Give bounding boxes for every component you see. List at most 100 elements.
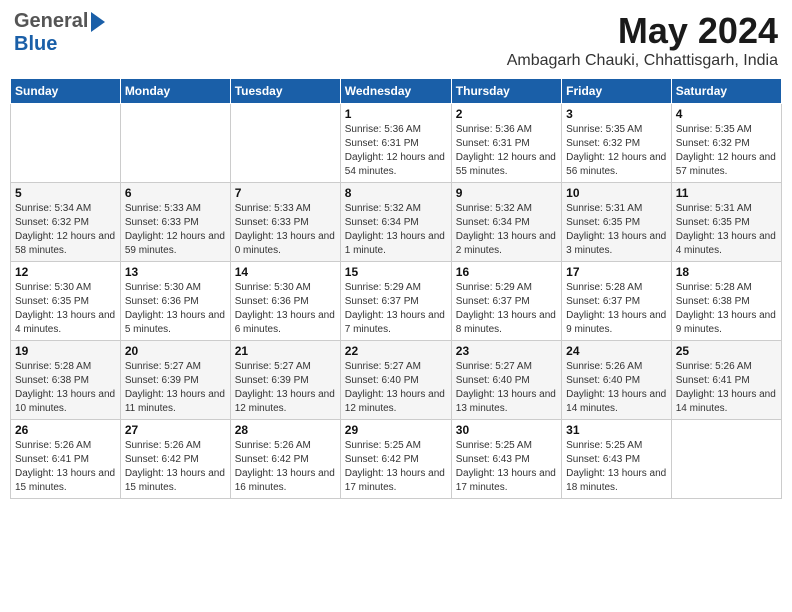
day-number: 7 <box>235 186 336 200</box>
day-number: 20 <box>125 344 226 358</box>
day-header-thursday: Thursday <box>451 79 561 104</box>
calendar-cell: 12 Sunrise: 5:30 AMSunset: 6:35 PMDayligh… <box>11 262 121 341</box>
day-number: 6 <box>125 186 226 200</box>
calendar-cell: 6 Sunrise: 5:33 AMSunset: 6:33 PMDaylight… <box>120 183 230 262</box>
day-number: 4 <box>676 107 777 121</box>
day-number: 31 <box>566 423 667 437</box>
day-info: Sunrise: 5:26 AMSunset: 6:42 PMDaylight:… <box>235 439 336 495</box>
title-block: May 2024 Ambagarh Chauki, Chhattisgarh, … <box>507 10 778 70</box>
calendar-cell: 3 Sunrise: 5:35 AMSunset: 6:32 PMDaylight… <box>562 104 672 183</box>
calendar-cell: 13 Sunrise: 5:30 AMSunset: 6:36 PMDayligh… <box>120 262 230 341</box>
day-info: Sunrise: 5:29 AMSunset: 6:37 PMDaylight:… <box>456 281 557 337</box>
day-number: 15 <box>345 265 447 279</box>
calendar-cell: 11 Sunrise: 5:31 AMSunset: 6:35 PMDayligh… <box>671 183 781 262</box>
calendar-cell <box>230 104 340 183</box>
day-info: Sunrise: 5:27 AMSunset: 6:40 PMDaylight:… <box>456 360 557 416</box>
day-info: Sunrise: 5:30 AMSunset: 6:36 PMDaylight:… <box>125 281 226 337</box>
logo-general: General <box>14 10 88 33</box>
calendar-cell: 21 Sunrise: 5:27 AMSunset: 6:39 PMDayligh… <box>230 341 340 420</box>
day-info: Sunrise: 5:36 AMSunset: 6:31 PMDaylight:… <box>456 123 557 179</box>
day-number: 3 <box>566 107 667 121</box>
location: Ambagarh Chauki, Chhattisgarh, India <box>507 52 778 70</box>
logo: General Blue <box>14 10 105 56</box>
day-info: Sunrise: 5:30 AMSunset: 6:35 PMDaylight:… <box>15 281 116 337</box>
calendar-cell: 5Sunrise: 5:34 AMSunset: 6:32 PMDaylight… <box>11 183 121 262</box>
day-info: Sunrise: 5:25 AMSunset: 6:43 PMDaylight:… <box>456 439 557 495</box>
day-info: Sunrise: 5:27 AMSunset: 6:40 PMDaylight:… <box>345 360 447 416</box>
day-number: 12 <box>15 265 116 279</box>
calendar-cell: 14 Sunrise: 5:30 AMSunset: 6:36 PMDayligh… <box>230 262 340 341</box>
day-header-tuesday: Tuesday <box>230 79 340 104</box>
day-number: 23 <box>456 344 557 358</box>
calendar-cell: 28 Sunrise: 5:26 AMSunset: 6:42 PMDayligh… <box>230 420 340 499</box>
day-info: Sunrise: 5:32 AMSunset: 6:34 PMDaylight:… <box>456 202 557 258</box>
calendar-cell: 20 Sunrise: 5:27 AMSunset: 6:39 PMDayligh… <box>120 341 230 420</box>
day-info: Sunrise: 5:26 AMSunset: 6:40 PMDaylight:… <box>566 360 667 416</box>
calendar-cell: 4 Sunrise: 5:35 AMSunset: 6:32 PMDaylight… <box>671 104 781 183</box>
calendar-cell: 29 Sunrise: 5:25 AMSunset: 6:42 PMDayligh… <box>340 420 451 499</box>
day-info: Sunrise: 5:27 AMSunset: 6:39 PMDaylight:… <box>235 360 336 416</box>
calendar-cell <box>120 104 230 183</box>
day-number: 8 <box>345 186 447 200</box>
calendar-cell: 10Sunrise: 5:31 AMSunset: 6:35 PMDayligh… <box>562 183 672 262</box>
calendar-cell: 17 Sunrise: 5:28 AMSunset: 6:37 PMDayligh… <box>562 262 672 341</box>
calendar-cell: 27Sunrise: 5:26 AMSunset: 6:42 PMDayligh… <box>120 420 230 499</box>
day-info: Sunrise: 5:33 AMSunset: 6:33 PMDaylight:… <box>235 202 336 258</box>
calendar-cell <box>11 104 121 183</box>
day-info: Sunrise: 5:32 AMSunset: 6:34 PMDaylight:… <box>345 202 447 258</box>
calendar-cell: 8 Sunrise: 5:32 AMSunset: 6:34 PMDaylight… <box>340 183 451 262</box>
logo-arrow <box>91 12 105 32</box>
day-number: 9 <box>456 186 557 200</box>
calendar-cell: 7 Sunrise: 5:33 AMSunset: 6:33 PMDaylight… <box>230 183 340 262</box>
day-info: Sunrise: 5:35 AMSunset: 6:32 PMDaylight:… <box>566 123 667 179</box>
day-header-wednesday: Wednesday <box>340 79 451 104</box>
day-info: Sunrise: 5:31 AMSunset: 6:35 PMDaylight:… <box>566 202 667 258</box>
day-number: 29 <box>345 423 447 437</box>
day-number: 14 <box>235 265 336 279</box>
calendar-cell: 19Sunrise: 5:28 AMSunset: 6:38 PMDayligh… <box>11 341 121 420</box>
day-header-saturday: Saturday <box>671 79 781 104</box>
day-info: Sunrise: 5:31 AMSunset: 6:35 PMDaylight:… <box>676 202 777 258</box>
day-number: 16 <box>456 265 557 279</box>
day-info: Sunrise: 5:26 AMSunset: 6:41 PMDaylight:… <box>15 439 116 495</box>
day-number: 24 <box>566 344 667 358</box>
calendar-cell <box>671 420 781 499</box>
day-info: Sunrise: 5:34 AMSunset: 6:32 PMDaylight:… <box>15 202 116 258</box>
calendar-cell: 16 Sunrise: 5:29 AMSunset: 6:37 PMDayligh… <box>451 262 561 341</box>
day-number: 1 <box>345 107 447 121</box>
calendar-table: SundayMondayTuesdayWednesdayThursdayFrid… <box>10 78 782 499</box>
day-number: 28 <box>235 423 336 437</box>
day-info: Sunrise: 5:35 AMSunset: 6:32 PMDaylight:… <box>676 123 777 179</box>
day-info: Sunrise: 5:30 AMSunset: 6:36 PMDaylight:… <box>235 281 336 337</box>
day-info: Sunrise: 5:29 AMSunset: 6:37 PMDaylight:… <box>345 281 447 337</box>
page-header: General Blue May 2024 Ambagarh Chauki, C… <box>10 10 782 70</box>
day-number: 30 <box>456 423 557 437</box>
month-year: May 2024 <box>507 10 778 52</box>
calendar-cell: 9 Sunrise: 5:32 AMSunset: 6:34 PMDaylight… <box>451 183 561 262</box>
day-number: 17 <box>566 265 667 279</box>
calendar-cell: 18 Sunrise: 5:28 AMSunset: 6:38 PMDayligh… <box>671 262 781 341</box>
day-info: Sunrise: 5:25 AMSunset: 6:43 PMDaylight:… <box>566 439 667 495</box>
calendar-cell: 24 Sunrise: 5:26 AMSunset: 6:40 PMDayligh… <box>562 341 672 420</box>
day-number: 22 <box>345 344 447 358</box>
day-number: 21 <box>235 344 336 358</box>
day-info: Sunrise: 5:33 AMSunset: 6:33 PMDaylight:… <box>125 202 226 258</box>
day-number: 25 <box>676 344 777 358</box>
day-header-friday: Friday <box>562 79 672 104</box>
calendar-cell: 25 Sunrise: 5:26 AMSunset: 6:41 PMDayligh… <box>671 341 781 420</box>
calendar-cell: 26 Sunrise: 5:26 AMSunset: 6:41 PMDayligh… <box>11 420 121 499</box>
logo-blue: Blue <box>14 33 57 55</box>
day-info: Sunrise: 5:27 AMSunset: 6:39 PMDaylight:… <box>125 360 226 416</box>
day-header-sunday: Sunday <box>11 79 121 104</box>
day-number: 18 <box>676 265 777 279</box>
calendar-cell: 30 Sunrise: 5:25 AMSunset: 6:43 PMDayligh… <box>451 420 561 499</box>
day-info: Sunrise: 5:26 AMSunset: 6:41 PMDaylight:… <box>676 360 777 416</box>
day-info: Sunrise: 5:28 AMSunset: 6:38 PMDaylight:… <box>676 281 777 337</box>
day-number: 11 <box>676 186 777 200</box>
day-info: Sunrise: 5:28 AMSunset: 6:37 PMDaylight:… <box>566 281 667 337</box>
calendar-cell: 23 Sunrise: 5:27 AMSunset: 6:40 PMDayligh… <box>451 341 561 420</box>
day-number: 13 <box>125 265 226 279</box>
day-number: 26 <box>15 423 116 437</box>
calendar-cell: 1Sunrise: 5:36 AMSunset: 6:31 PMDaylight… <box>340 104 451 183</box>
day-info: Sunrise: 5:25 AMSunset: 6:42 PMDaylight:… <box>345 439 447 495</box>
